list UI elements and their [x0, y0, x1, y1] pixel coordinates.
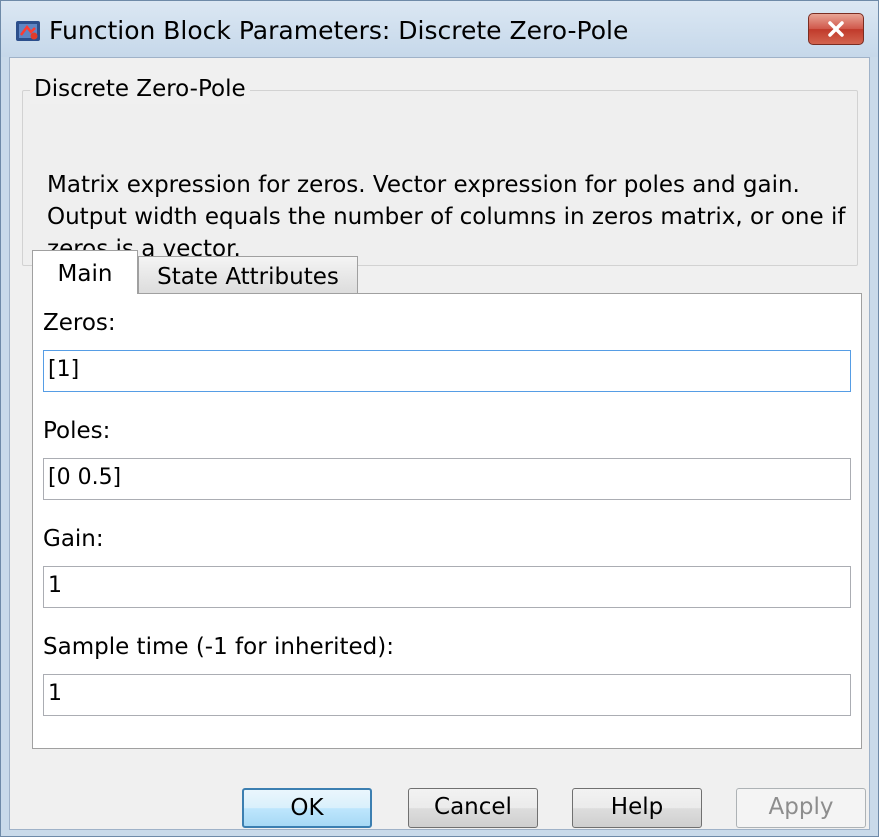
gain-input[interactable]: 1	[43, 566, 851, 608]
poles-input[interactable]: [0 0.5]	[43, 458, 851, 500]
sample-time-label: Sample time (-1 for inherited):	[43, 634, 395, 660]
sample-time-input[interactable]: 1	[43, 674, 851, 716]
apply-button[interactable]: Apply	[736, 788, 866, 828]
zeros-input[interactable]: [1]	[43, 350, 851, 392]
title-bar[interactable]: Function Block Parameters: Discrete Zero…	[1, 1, 878, 57]
help-button[interactable]: Help	[572, 788, 702, 828]
zeros-label: Zeros:	[43, 310, 116, 336]
gain-label: Gain:	[43, 526, 104, 552]
close-button[interactable]	[808, 13, 864, 45]
dialog-body: Matrix expression for zeros. Vector expr…	[9, 57, 870, 830]
poles-label: Poles:	[43, 418, 111, 444]
tab-main[interactable]: Main	[32, 250, 138, 294]
block-description-group: Matrix expression for zeros. Vector expr…	[22, 90, 858, 266]
tab-state-attributes[interactable]: State Attributes	[138, 256, 358, 294]
cancel-button[interactable]: Cancel	[408, 788, 538, 828]
ok-button[interactable]: OK	[242, 788, 372, 828]
block-description: Matrix expression for zeros. Vector expr…	[47, 172, 846, 262]
dialog-window: Function Block Parameters: Discrete Zero…	[0, 0, 879, 837]
window-title: Function Block Parameters: Discrete Zero…	[49, 16, 629, 45]
main-tab-panel: Zeros: [1] Poles: [0 0.5] Gain: 1 Sample…	[32, 293, 862, 749]
block-name-legend: Discrete Zero-Pole	[30, 74, 250, 104]
simulink-block-icon	[16, 21, 40, 41]
close-icon	[828, 21, 844, 37]
